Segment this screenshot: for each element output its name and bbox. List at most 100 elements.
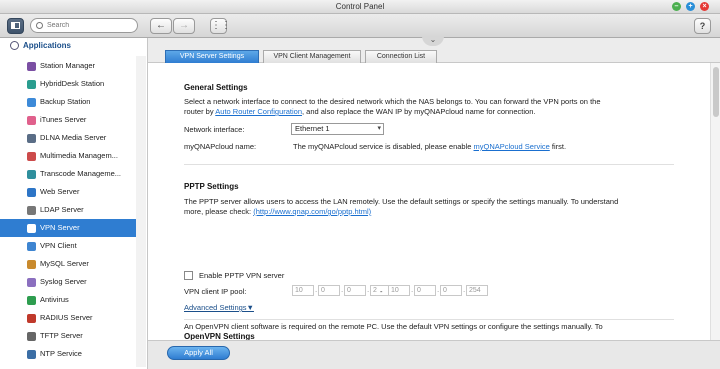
myqnapcloud-service-link[interactable]: myQNAPcloud Service [474, 142, 550, 151]
sidebar-item-transcode-manageme[interactable]: Transcode Manageme... [0, 165, 136, 183]
ip-dot: . [367, 285, 370, 294]
pptp-settings-title: PPTP Settings [184, 182, 239, 191]
enable-pptp-checkbox[interactable] [184, 271, 193, 280]
collapse-toggle[interactable]: ⌄ [422, 36, 444, 46]
search-input[interactable] [47, 20, 133, 31]
cloud-status-text: The myQNAPcloud service is disabled, ple… [293, 142, 474, 151]
sidebar-header-label: Applications [23, 41, 72, 50]
ip-end-octet-1[interactable]: 10 [388, 285, 410, 296]
sidebar-item-antivirus[interactable]: Antivirus [0, 291, 136, 309]
ip-dot: . [341, 285, 344, 294]
maximize-button[interactable]: + [686, 2, 695, 11]
app-icon [27, 350, 36, 359]
sidebar-item-vpn-client[interactable]: VPN Client [0, 237, 136, 255]
pptp-desc-line2: more, please check: [184, 207, 254, 216]
tab-vpn-client-management[interactable]: VPN Client Management [263, 50, 361, 63]
sidebar-item-backup-station[interactable]: Backup Station [0, 93, 136, 111]
network-interface-select[interactable]: Ethernet 1 ▾ [291, 123, 384, 135]
close-button[interactable]: × [700, 2, 709, 11]
tab-bar: ⌄ VPN Server Settings VPN Client Managem… [148, 36, 720, 63]
scrollbar-thumb[interactable] [713, 67, 719, 117]
applications-icon [10, 41, 19, 50]
help-button[interactable]: ? [694, 18, 711, 34]
sidebar-item-syslog-server[interactable]: Syslog Server [0, 273, 136, 291]
settings-content: General Settings Select a network interf… [148, 63, 710, 340]
sidebar-icon [11, 22, 20, 29]
ip-dot: . [437, 285, 440, 294]
footer-bar: Apply All [148, 340, 720, 369]
sidebar-item-label: Syslog Server [40, 277, 87, 286]
general-desc: Select a network interface to connect to… [184, 97, 694, 117]
sidebar-item-label: TFTP Server [40, 331, 83, 340]
pptp-desc-line1: The PPTP server allows users to access t… [184, 197, 619, 206]
sidebar-item-label: RADIUS Server [40, 313, 93, 322]
ip-end-octet-4[interactable]: 254 [466, 285, 488, 296]
sidebar-item-dlna-media-server[interactable]: DLNA Media Server [0, 129, 136, 147]
sidebar-item-vpn-server[interactable]: VPN Server [0, 219, 136, 237]
sidebar-item-itunes-server[interactable]: iTunes Server [0, 111, 136, 129]
sidebar-toggle-button[interactable] [7, 18, 24, 34]
ip-range-dash: - [380, 287, 383, 296]
toolbar: ← → ⋮⋮ ? [0, 14, 720, 38]
sidebar-item-ldap-server[interactable]: LDAP Server [0, 201, 136, 219]
sidebar-item-label: HybridDesk Station [40, 79, 105, 88]
pptp-help-link[interactable]: (http://www.qnap.com/go/pptp.html) [253, 207, 371, 216]
general-desc-line1: Select a network interface to connect to… [184, 97, 601, 106]
sidebar-header[interactable]: Applications [10, 41, 71, 50]
app-icon [27, 242, 36, 251]
sidebar-item-label: NTP Service [40, 349, 82, 358]
search-box[interactable] [30, 18, 138, 33]
sidebar-item-radius-server[interactable]: RADIUS Server [0, 309, 136, 327]
sidebar-item-label: LDAP Server [40, 205, 84, 214]
network-interface-label: Network interface: [184, 125, 245, 134]
app-icon [27, 98, 36, 107]
app-icon [27, 188, 36, 197]
tab-connection-list[interactable]: Connection List [365, 50, 437, 63]
sidebar-item-ntp-service[interactable]: NTP Service [0, 345, 136, 363]
forward-button[interactable]: → [173, 18, 195, 34]
window-title: Control Panel [335, 2, 385, 11]
app-icon [27, 314, 36, 323]
sidebar-item-multimedia-managem[interactable]: Multimedia Managem... [0, 147, 136, 165]
title-bar: Control Panel – + × [0, 0, 720, 14]
sidebar-item-label: MySQL Server [40, 259, 89, 268]
sidebar-item-tftp-server[interactable]: TFTP Server [0, 327, 136, 345]
network-interface-value: Ethernet 1 [295, 124, 330, 133]
minimize-button[interactable]: – [672, 2, 681, 11]
sidebar-item-label: Multimedia Managem... [40, 151, 118, 160]
app-icon [27, 278, 36, 287]
ip-start-octet-1[interactable]: 10 [292, 285, 314, 296]
search-icon [36, 22, 43, 29]
sidebar-item-web-server[interactable]: Web Server [0, 183, 136, 201]
ip-start-octet-2[interactable]: 0 [318, 285, 340, 296]
sidebar-item-hybriddesk-station[interactable]: HybridDesk Station [0, 75, 136, 93]
enable-pptp-label: Enable PPTP VPN server [199, 271, 285, 280]
content-scrollbar[interactable] [710, 63, 720, 340]
sidebar-item-station-manager[interactable]: Station Manager [0, 57, 136, 75]
ip-end-octet-2[interactable]: 0 [414, 285, 436, 296]
app-icon [27, 80, 36, 89]
app-icon [27, 170, 36, 179]
ip-start-octet-3[interactable]: 0 [344, 285, 366, 296]
sidebar-scrollbar[interactable] [136, 56, 146, 367]
myqnapcloud-label: myQNAPcloud name: [184, 142, 257, 151]
ip-dot: . [463, 285, 466, 294]
sidebar-item-label: Backup Station [40, 97, 91, 106]
general-settings-title: General Settings [184, 83, 248, 92]
sidebar-item-label: Antivirus [40, 295, 69, 304]
apps-grid-button[interactable]: ⋮⋮ [210, 18, 231, 34]
ip-end-octet-3[interactable]: 0 [440, 285, 462, 296]
advanced-settings-link[interactable]: Advanced Settings▼ [184, 303, 254, 312]
back-button[interactable]: ← [150, 18, 172, 34]
main-panel: ⌄ VPN Server Settings VPN Client Managem… [148, 36, 720, 369]
sidebar-item-label: VPN Server [40, 223, 80, 232]
chevron-down-icon: ▾ [377, 125, 381, 132]
auto-router-link[interactable]: Auto Router Configuration [215, 107, 302, 116]
sidebar: Applications Station Manager HybridDesk S… [0, 38, 148, 369]
app-icon [27, 260, 36, 269]
tab-vpn-server-settings[interactable]: VPN Server Settings [165, 50, 259, 63]
sidebar-item-mysql-server[interactable]: MySQL Server [0, 255, 136, 273]
general-desc-line2-end: , and also replace the WAN IP by myQNAPc… [302, 107, 536, 116]
apply-all-button[interactable]: Apply All [167, 346, 230, 360]
app-icon [27, 296, 36, 305]
